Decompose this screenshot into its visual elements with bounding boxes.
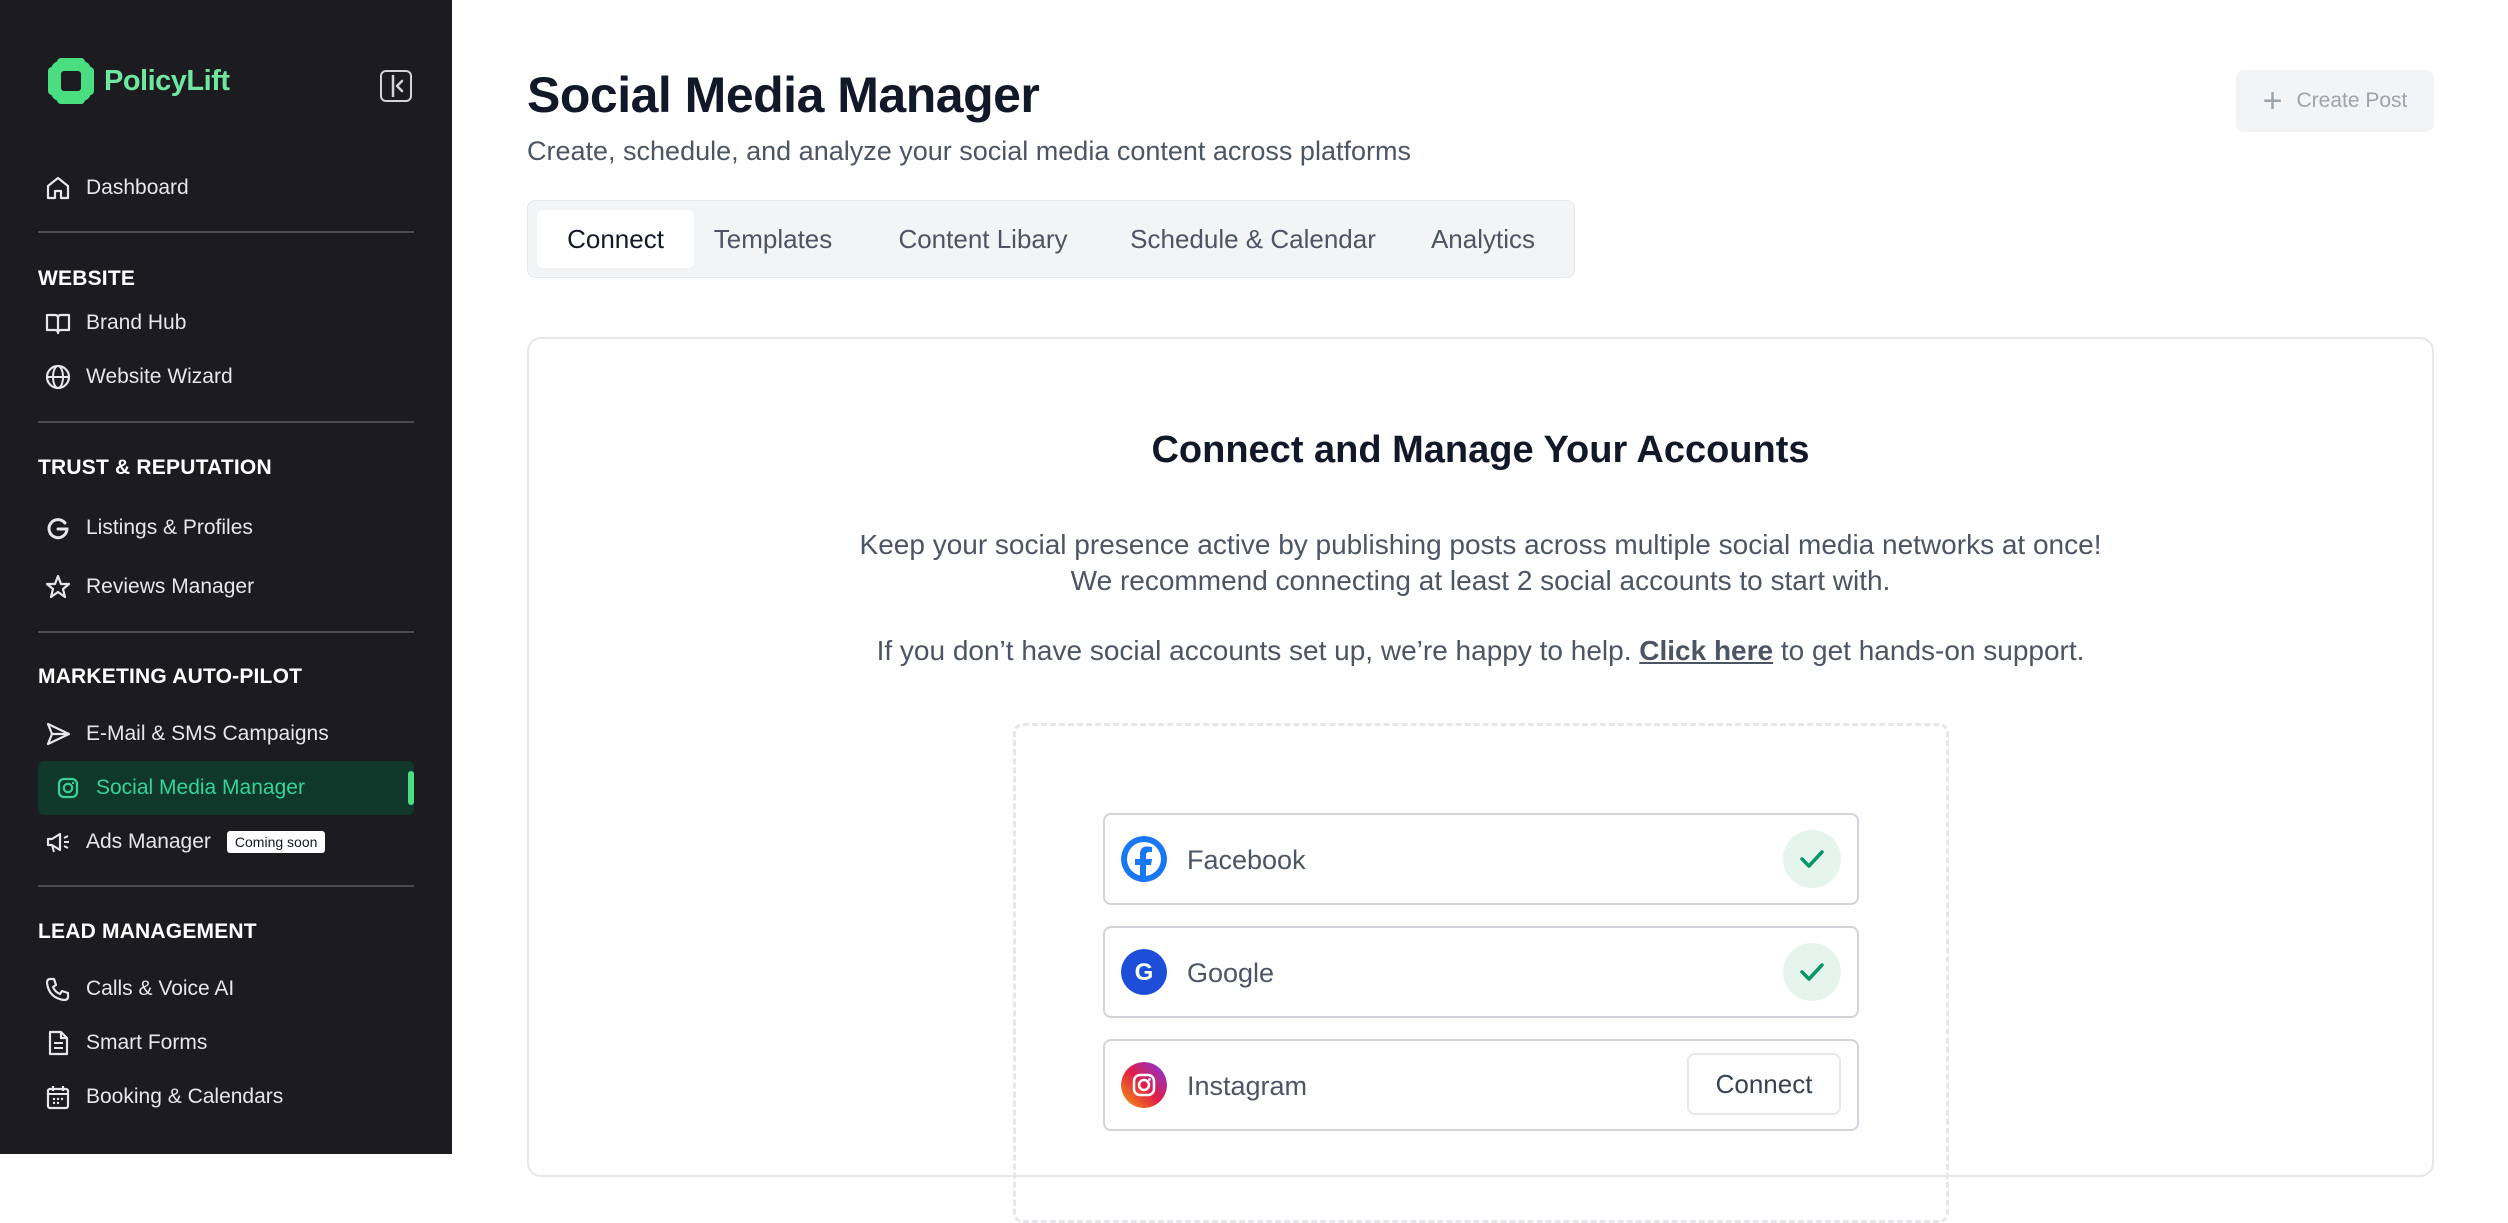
- account-row-instagram: Instagram Connect: [1103, 1039, 1859, 1131]
- account-name: Instagram: [1187, 1071, 1308, 1101]
- connected-check-icon: [1783, 830, 1841, 888]
- help-prefix: If you don’t have social accounts set up…: [876, 635, 1632, 666]
- divider: [38, 631, 414, 633]
- sidebar-item-label: Smart Forms: [86, 1031, 208, 1054]
- card-description-line2: We recommend connecting at least 2 socia…: [1070, 565, 1891, 596]
- active-indicator: [408, 771, 414, 805]
- sidebar-item-reviews-manager[interactable]: Reviews Manager: [38, 560, 414, 614]
- sidebar-item-email-sms[interactable]: E-Mail & SMS Campaigns: [38, 707, 414, 761]
- calendar-icon: [44, 1082, 86, 1112]
- instagram-icon: [54, 773, 96, 803]
- facebook-icon: [1121, 836, 1167, 882]
- document-icon: [44, 1028, 86, 1058]
- sidebar-item-calls-voice-ai[interactable]: Calls & Voice AI: [38, 962, 414, 1016]
- brand-name: PolicyLift: [104, 64, 230, 97]
- section-title-marketing: MARKETING AUTO-PILOT: [38, 665, 303, 688]
- card-title: Connect and Manage Your Accounts: [1151, 429, 1810, 471]
- section-title-lead: LEAD MANAGEMENT: [38, 920, 257, 943]
- globe-icon: [44, 362, 86, 392]
- connect-card: Connect and Manage Your Accounts Keep yo…: [527, 337, 2434, 1223]
- sidebar-item-label: Social Media Manager: [96, 776, 305, 799]
- sidebar-item-booking-calendars[interactable]: Booking & Calendars: [38, 1070, 414, 1124]
- click-here-link[interactable]: Click here: [1639, 635, 1773, 666]
- home-icon: [44, 173, 86, 203]
- phone-icon: [44, 974, 86, 1004]
- sidebar: PolicyLift Dashboard WEBSITE Brand Hub W…: [0, 0, 452, 1154]
- account-row-facebook[interactable]: Facebook: [1103, 813, 1859, 905]
- star-icon: [44, 572, 86, 602]
- brand[interactable]: PolicyLift: [48, 58, 230, 104]
- tab-connect[interactable]: Connect: [537, 210, 694, 268]
- account-name: Google: [1187, 958, 1275, 988]
- sidebar-item-label: Brand Hub: [86, 311, 187, 334]
- sidebar-item-label: Dashboard: [86, 176, 189, 199]
- plus-icon: +: [2262, 82, 2283, 120]
- help-text: If you don’t have social accounts set up…: [529, 635, 2432, 667]
- collapse-sidebar-button[interactable]: [380, 70, 412, 102]
- tab-schedule-calendar[interactable]: Schedule & Calendar: [1118, 210, 1388, 268]
- account-row-google[interactable]: G Google: [1103, 926, 1859, 1018]
- sidebar-item-label: E-Mail & SMS Campaigns: [86, 722, 329, 745]
- create-post-label: Create Post: [2296, 89, 2408, 112]
- divider: [38, 885, 414, 887]
- sidebar-item-smart-forms[interactable]: Smart Forms: [38, 1016, 414, 1070]
- instagram-icon: [1121, 1062, 1167, 1108]
- tab-bar: Connect Templates Content Libary Schedul…: [527, 200, 1575, 278]
- tab-templates[interactable]: Templates: [698, 210, 848, 268]
- policylift-logo-icon: [48, 58, 94, 104]
- page-title: Social Media Manager: [527, 67, 1040, 123]
- account-name: Facebook: [1187, 845, 1306, 875]
- divider: [38, 231, 414, 233]
- sidebar-item-brand-hub[interactable]: Brand Hub: [38, 296, 414, 350]
- svg-text:G: G: [1135, 959, 1154, 986]
- sidebar-item-social-media-manager[interactable]: Social Media Manager: [38, 761, 414, 815]
- section-title-trust: TRUST & REPUTATION: [38, 456, 272, 479]
- page-subtitle: Create, schedule, and analyze your socia…: [527, 136, 1411, 166]
- send-icon: [44, 719, 86, 749]
- tab-content-library[interactable]: Content Libary: [868, 210, 1098, 268]
- book-icon: [44, 308, 86, 338]
- divider: [38, 421, 414, 423]
- sidebar-item-label: Booking & Calendars: [86, 1085, 284, 1108]
- connect-instagram-button[interactable]: Connect: [1687, 1053, 1841, 1115]
- sidebar-item-listings-profiles[interactable]: Listings & Profiles: [38, 501, 414, 555]
- help-suffix: to get hands-on support.: [1780, 635, 2085, 666]
- card-description-line1: Keep your social presence active by publ…: [859, 529, 2102, 560]
- sidebar-item-ads-manager[interactable]: Ads Manager Coming soon: [38, 815, 414, 869]
- sidebar-item-label: Ads Manager: [86, 830, 211, 853]
- connected-check-icon: [1783, 943, 1841, 1001]
- sidebar-item-label: Calls & Voice AI: [86, 977, 235, 1000]
- section-title-website: WEBSITE: [38, 267, 136, 290]
- sidebar-item-website-wizard[interactable]: Website Wizard: [38, 350, 414, 404]
- coming-soon-badge: Coming soon: [226, 831, 326, 853]
- megaphone-icon: [44, 827, 86, 857]
- sidebar-item-label: Website Wizard: [86, 365, 233, 388]
- sidebar-item-dashboard[interactable]: Dashboard: [38, 161, 414, 215]
- sidebar-item-label: Reviews Manager: [86, 575, 255, 598]
- sidebar-collapse-icon: [391, 75, 404, 97]
- create-post-button[interactable]: + Create Post: [2236, 70, 2434, 132]
- google-icon: G: [1121, 949, 1167, 995]
- google-icon: [44, 513, 86, 543]
- tab-analytics[interactable]: Analytics: [1408, 210, 1558, 268]
- sidebar-item-label: Listings & Profiles: [86, 516, 253, 539]
